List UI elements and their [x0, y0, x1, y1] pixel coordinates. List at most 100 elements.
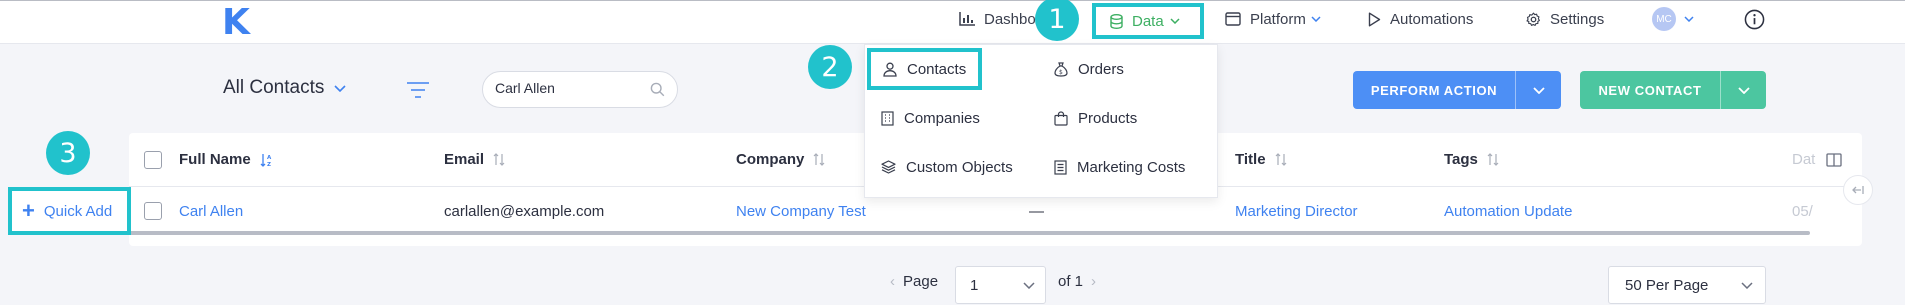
- menu-item-companies[interactable]: Companies: [881, 104, 980, 132]
- cell-company[interactable]: New Company Test: [736, 187, 866, 235]
- svg-text:$: $: [1059, 69, 1063, 76]
- nav-platform-label: Platform: [1250, 10, 1306, 28]
- chevron-left-icon: ‹: [890, 273, 895, 290]
- perform-action-button[interactable]: PERFORM ACTION: [1353, 71, 1561, 109]
- step-2-badge: 2: [808, 45, 852, 89]
- chevron-down-icon: [334, 84, 346, 92]
- select-all-checkbox[interactable]: [144, 150, 162, 169]
- menu-item-orders-label: Orders: [1078, 60, 1124, 78]
- menu-item-orders[interactable]: $ Orders: [1054, 55, 1124, 83]
- column-email[interactable]: Email: [444, 133, 505, 186]
- menu-item-marketing-costs[interactable]: Marketing Costs: [1054, 153, 1185, 181]
- menu-item-contacts-label: Contacts: [907, 60, 967, 78]
- avatar: MC: [1652, 7, 1676, 31]
- page-title: All Contacts: [223, 77, 325, 98]
- cell-email: carlallen@example.com: [444, 202, 605, 220]
- sort-az-icon: AZ: [260, 153, 272, 167]
- pagination-previous[interactable]: ‹ Page: [890, 273, 938, 290]
- chevron-down-icon: [1684, 16, 1694, 22]
- chevron-down-icon: [1170, 18, 1180, 24]
- sort-icon: [1487, 153, 1499, 166]
- menu-item-custom-objects-label: Custom Objects: [906, 158, 1013, 176]
- money-bag-icon: $: [1054, 61, 1068, 77]
- nav-data-label: Data: [1132, 12, 1164, 30]
- current-page-value: 1: [970, 276, 979, 294]
- column-company[interactable]: Company: [736, 133, 825, 186]
- quick-add-label: Quick Add: [43, 202, 113, 220]
- svg-text:Z: Z: [267, 162, 271, 167]
- collapse-panel-button[interactable]: [1843, 175, 1873, 205]
- nav-settings-label: Settings: [1550, 10, 1605, 28]
- filter-button[interactable]: [406, 80, 430, 105]
- cell-tags[interactable]: Automation Update: [1444, 187, 1572, 235]
- view-selector[interactable]: All Contacts: [223, 77, 346, 99]
- menu-item-custom-objects[interactable]: Custom Objects: [881, 153, 1013, 181]
- receipt-icon: [1054, 159, 1067, 175]
- column-full-name[interactable]: Full Name AZ: [179, 133, 274, 186]
- scrollbar-thumb[interactable]: [129, 231, 1810, 235]
- chevron-down-icon: [1737, 86, 1750, 94]
- per-page-value: 50 Per Page: [1625, 276, 1709, 294]
- nav-settings[interactable]: Settings: [1526, 1, 1604, 37]
- cell-date: 05/: [1792, 202, 1813, 220]
- help-button[interactable]: [1744, 1, 1774, 37]
- search-field[interactable]: [482, 71, 678, 108]
- nav-automations[interactable]: Automations: [1368, 1, 1473, 37]
- pagination-next[interactable]: of 1 ›: [1058, 273, 1096, 290]
- nav-platform[interactable]: Platform: [1225, 1, 1321, 37]
- column-full-name-label: Full Name: [179, 151, 251, 168]
- chevron-right-icon: ›: [1091, 273, 1097, 290]
- page-total-label: of 1: [1058, 273, 1084, 290]
- column-settings-button[interactable]: [1826, 133, 1842, 186]
- collapse-arrow-icon: [1852, 186, 1864, 194]
- play-icon: [1368, 12, 1381, 26]
- columns-icon: [1826, 152, 1842, 167]
- page-label: Page: [903, 273, 939, 290]
- column-company-label: Company: [736, 151, 805, 168]
- chevron-down-icon: [1741, 281, 1753, 289]
- column-date-label: Dat: [1792, 151, 1816, 168]
- menu-item-marketing-costs-label: Marketing Costs: [1077, 158, 1186, 176]
- column-date[interactable]: Dat: [1792, 133, 1815, 186]
- step-3-badge: 3: [46, 131, 90, 175]
- cell-full-name[interactable]: Carl Allen: [179, 187, 243, 235]
- perform-action-dropdown[interactable]: [1515, 71, 1561, 109]
- column-title-label: Title: [1235, 151, 1266, 168]
- menu-item-products[interactable]: Products: [1054, 104, 1137, 132]
- select-all-checkbox-cell[interactable]: [144, 133, 162, 186]
- new-contact-label: NEW CONTACT: [1598, 82, 1702, 98]
- nav-automations-label: Automations: [1390, 10, 1474, 28]
- chevron-down-icon: [1532, 86, 1545, 94]
- menu-item-products-label: Products: [1078, 109, 1138, 127]
- column-title[interactable]: Title: [1235, 133, 1287, 186]
- quick-add-button[interactable]: + Quick Add: [8, 187, 131, 235]
- new-contact-button[interactable]: NEW CONTACT: [1580, 71, 1766, 109]
- cell-title[interactable]: Marketing Director: [1235, 187, 1358, 235]
- info-icon: [1744, 9, 1765, 29]
- chevron-down-icon: [1311, 16, 1321, 22]
- person-icon: [883, 62, 897, 77]
- row-checkbox[interactable]: [144, 202, 162, 220]
- row-checkbox-cell[interactable]: [144, 187, 162, 235]
- nav-data[interactable]: Data: [1092, 3, 1204, 39]
- search-input[interactable]: [495, 80, 645, 96]
- bar-chart-icon: [959, 12, 975, 26]
- plus-icon: +: [22, 198, 35, 223]
- app-logo[interactable]: K: [222, 2, 250, 43]
- page-number-select[interactable]: 1: [955, 266, 1046, 304]
- top-navigation: K Dashboard Data Platform Automations Se…: [0, 0, 1905, 44]
- browser-window-icon: [1225, 12, 1241, 26]
- layers-icon: [881, 160, 896, 174]
- per-page-select[interactable]: 50 Per Page: [1608, 266, 1766, 304]
- user-menu[interactable]: MC: [1652, 1, 1703, 37]
- building-icon: [881, 110, 894, 126]
- menu-item-contacts[interactable]: Contacts: [867, 48, 982, 90]
- data-dropdown-menu: Contacts $ Orders Companies Products Cus…: [864, 44, 1218, 198]
- column-tags[interactable]: Tags: [1444, 133, 1499, 186]
- sort-icon: [813, 153, 825, 166]
- filter-lines-icon: [407, 82, 429, 98]
- column-email-label: Email: [444, 151, 485, 168]
- new-contact-dropdown[interactable]: [1720, 71, 1766, 109]
- perform-action-label: PERFORM ACTION: [1370, 82, 1498, 98]
- sort-icon: [1275, 153, 1287, 166]
